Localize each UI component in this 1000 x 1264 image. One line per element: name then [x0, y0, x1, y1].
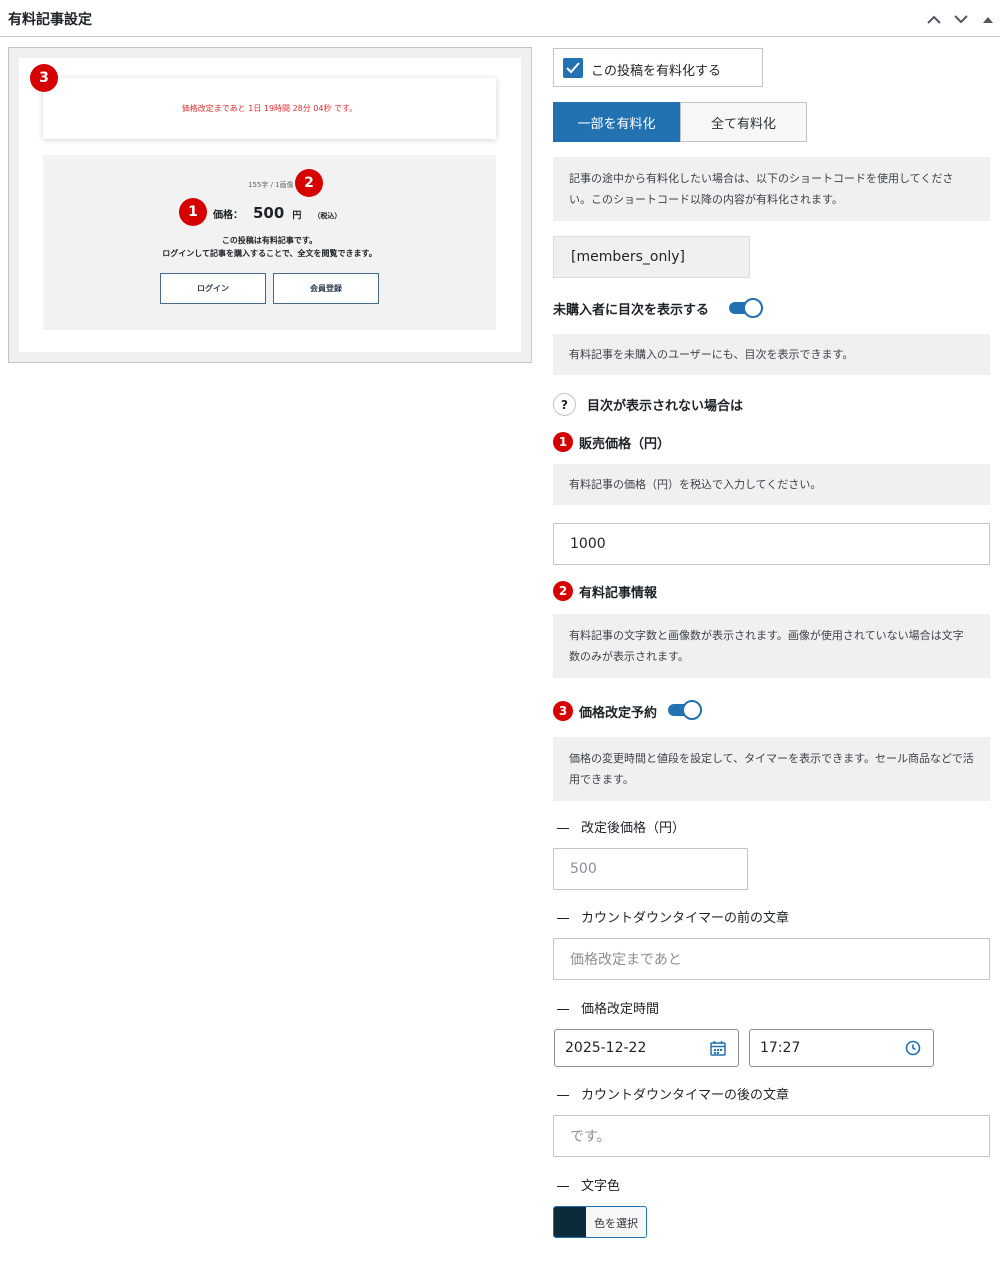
toc-note: 有料記事を未購入のユーザーにも、目次を表示できます。: [553, 334, 990, 375]
paid-desc-line2: ログインして記事を購入することで、全文を閲覧できます。: [162, 249, 377, 258]
badge-2: 2: [295, 169, 323, 197]
price-note: 有料記事の価格（円）を税込で入力してください。: [553, 464, 990, 505]
price-change-toggle[interactable]: [668, 700, 702, 720]
toc-toggle[interactable]: [729, 298, 763, 318]
section1-badge: 1: [553, 432, 573, 452]
before-text-input[interactable]: 価格改定まであと: [553, 938, 990, 980]
badge-3: 3: [30, 64, 58, 92]
help-icon[interactable]: ?: [553, 393, 576, 416]
chevron-down-icon: [954, 14, 968, 23]
color-swatch: [554, 1207, 586, 1237]
article-info-label: 有料記事情報: [579, 586, 658, 601]
color-picker-label: 色を選択: [594, 1217, 638, 1230]
price-change-label: 価格改定予約: [579, 706, 658, 721]
collapse-toggle-button[interactable]: [978, 9, 998, 29]
panel-header: 有料記事設定: [0, 0, 1000, 37]
checkmark-icon: [566, 62, 580, 74]
paid-desc-line1: この投稿は有料記事です。: [221, 236, 318, 245]
countdown-timer-preview: 価格改定まであと 1日 19時間 28分 04秒 です。: [43, 78, 496, 139]
new-price-label: 改定後価格（円）: [557, 817, 685, 836]
login-button[interactable]: ログイン: [160, 273, 266, 304]
price-unit: 円: [292, 211, 302, 221]
paid-checkbox-label: この投稿を有料化する: [591, 64, 722, 79]
price-input[interactable]: 1000: [553, 523, 990, 565]
text-color-label: 文字色: [557, 1175, 620, 1194]
after-text-input[interactable]: です。: [553, 1115, 990, 1157]
toc-help-link[interactable]: 目次が表示されない場合は: [587, 395, 743, 414]
color-picker-button[interactable]: 色を選択: [553, 1206, 647, 1238]
clock-icon: [905, 1040, 921, 1056]
countdown-timer-text: 価格改定まであと 1日 19時間 28分 04秒 です。: [181, 104, 358, 113]
article-stats-text: 155字 / 1画像: [248, 181, 294, 189]
price-tax: （税込）: [313, 212, 342, 220]
chevron-up-icon: [927, 15, 941, 24]
calendar-icon: [710, 1041, 726, 1056]
shortcode-note: 記事の途中から有料化したい場合は、以下のショートコードを使用してください。このシ…: [553, 157, 990, 221]
tab-partial-paid[interactable]: 一部を有料化: [553, 102, 680, 142]
tab-full-paid[interactable]: 全て有料化: [680, 102, 807, 142]
paid-info-preview: 155字 / 1画像 2 1 価格： 500 円 （税込） この投稿は有料記事で…: [43, 155, 496, 330]
preview-canvas: 価格改定まであと 1日 19時間 28分 04秒 です。 3 155字 / 1画…: [19, 58, 521, 352]
price-change-note: 価格の変更時間と値段を設定して、タイマーを表示できます。セール商品などで活用でき…: [553, 737, 990, 801]
price-label: 価格：: [213, 210, 243, 221]
price-value: 500: [253, 204, 285, 222]
price-section-label: 販売価格（円）: [579, 437, 671, 452]
move-down-button[interactable]: [951, 9, 971, 29]
date-input[interactable]: 2025-12-22: [554, 1029, 739, 1067]
price-row: 価格： 500 円 （税込）: [213, 204, 341, 222]
register-button[interactable]: 会員登録: [273, 273, 379, 304]
preview-panel: 価格改定まであと 1日 19時間 28分 04秒 です。 3 155字 / 1画…: [8, 47, 532, 363]
toc-toggle-label: 未購入者に目次を表示する: [553, 303, 710, 318]
paid-checkbox-row[interactable]: この投稿を有料化する: [553, 48, 763, 87]
section2-badge: 2: [553, 581, 573, 601]
badge-1: 1: [179, 198, 207, 226]
shortcode-field[interactable]: [members_only]: [553, 236, 750, 278]
time-input[interactable]: 17:27: [749, 1029, 934, 1067]
new-price-input[interactable]: 500: [553, 848, 748, 890]
section3-badge: 3: [553, 701, 573, 721]
before-text-label: カウントダウンタイマーの前の文章: [557, 907, 789, 926]
triangle-up-icon: [983, 16, 993, 23]
after-text-label: カウントダウンタイマーの後の文章: [557, 1084, 789, 1103]
panel-title: 有料記事設定: [8, 12, 92, 28]
move-up-button[interactable]: [924, 9, 944, 29]
paid-checkbox[interactable]: [563, 58, 583, 78]
change-time-label: 価格改定時間: [557, 998, 659, 1017]
article-info-note: 有料記事の文字数と画像数が表示されます。画像が使用されていない場合は文字数のみが…: [553, 614, 990, 678]
